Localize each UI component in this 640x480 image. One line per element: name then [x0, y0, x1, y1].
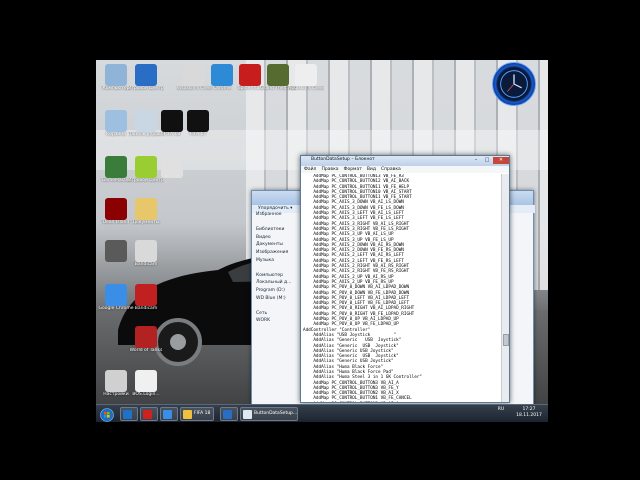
nav-item[interactable]: Компьютер: [256, 272, 304, 280]
desktop-icon-label: BOS.Login...: [132, 392, 160, 397]
desktop-icon[interactable]: World of Tanks: [128, 326, 164, 353]
app-icon: [105, 64, 127, 86]
taskbar-button[interactable]: [120, 407, 138, 421]
start-button[interactable]: [98, 407, 116, 422]
nav-item[interactable]: Библиотеки: [256, 226, 304, 234]
clock-gadget[interactable]: [492, 62, 536, 106]
desktop-icon[interactable]: BOS.Login...: [128, 370, 164, 397]
nav-item[interactable]: Музыка: [256, 257, 304, 265]
close-button[interactable]: ✕: [493, 157, 509, 164]
app-icon: [135, 240, 157, 262]
taskbar: FIFA 18 ButtonDataSetup... RU 17:27 18.11…: [96, 404, 548, 422]
nav-item[interactable]: WD Blue (M:): [256, 295, 304, 303]
desktop-icon-label: Bandicam: [134, 306, 158, 311]
menu-item[interactable]: Формат: [344, 167, 362, 172]
notepad-text-area[interactable]: AddMap PC_CONTROL_BUTTON13 VB_FE_R3 AddM…: [303, 174, 501, 402]
app-icon: [161, 156, 183, 178]
desktop-icon-label: Документы: [132, 220, 160, 225]
desktop-icon[interactable]: Документы: [128, 198, 164, 225]
app-icon: [105, 110, 127, 132]
app-icon: [239, 64, 261, 86]
app-icon: [135, 198, 157, 220]
nav-item[interactable]: WORK: [256, 317, 304, 325]
nav-item[interactable]: Локальный д...: [256, 279, 304, 287]
nav-item[interactable]: Видео: [256, 234, 304, 242]
app-icon: [295, 64, 317, 86]
app-icon: [183, 64, 205, 86]
taskbar-app-icon: [163, 410, 172, 419]
app-icon: [135, 64, 157, 86]
nav-item[interactable]: Избранное: [256, 211, 304, 219]
nav-item[interactable]: Сеть: [256, 310, 304, 318]
taskbar-app-icon: [223, 410, 232, 419]
taskbar-app-icon: [143, 410, 152, 419]
app-icon: [105, 284, 127, 306]
taskbar-app-icon: [183, 410, 192, 419]
desktop-screen: Компьютер Игровой Центр Assassin's Creed Ch…: [96, 60, 548, 422]
taskbar-app-icon: [243, 410, 252, 419]
windows-logo-icon: [100, 408, 114, 422]
app-icon: [135, 370, 157, 392]
taskbar-app-icon: [123, 410, 132, 419]
nav-item[interactable]: [256, 219, 304, 227]
taskbar-button-label: FIFA 18: [194, 411, 211, 416]
menu-item[interactable]: Правка: [321, 167, 338, 172]
taskbar-button[interactable]: [140, 407, 158, 421]
desktop-icon-label: Assassin's Creed III: [288, 86, 324, 91]
language-indicator[interactable]: RU: [496, 407, 506, 421]
desktop-icon-label: World of Tanks: [129, 348, 163, 353]
explorer-nav-pane: Избранное Библиотеки Видео Документы Изображ…: [256, 211, 304, 401]
desktop-icon[interactable]: Assassin's Creed III: [288, 64, 324, 91]
menu-item[interactable]: Вид: [367, 167, 376, 172]
desktop-icon[interactable]: Bandicam: [128, 284, 164, 311]
app-icon: [105, 156, 127, 178]
scrollbar-thumb[interactable]: [503, 334, 509, 346]
desktop-icon-label: Bandicam: [134, 262, 158, 267]
notepad-window[interactable]: ButtonDataSetup – Блокнот – □ ✕ Файл Прав…: [300, 155, 510, 403]
nav-item[interactable]: Program (D:): [256, 287, 304, 295]
maximize-button[interactable]: □: [482, 157, 492, 164]
app-icon: [135, 326, 157, 348]
taskbar-button[interactable]: FIFA 18: [180, 407, 214, 421]
app-icon: [187, 110, 209, 132]
app-icon: [105, 198, 127, 220]
desktop-icon[interactable]: FIFA 17: [180, 110, 216, 137]
desktop-icon[interactable]: Bandicam: [128, 240, 164, 267]
nav-item[interactable]: [256, 264, 304, 272]
desktop-icon-label: FIFA 17: [189, 132, 207, 137]
notepad-titlebar[interactable]: ButtonDataSetup – Блокнот – □ ✕: [301, 156, 509, 166]
menu-item[interactable]: Файл: [304, 167, 316, 172]
nav-item[interactable]: Изображения: [256, 249, 304, 257]
nav-item[interactable]: Документы: [256, 241, 304, 249]
taskbar-button[interactable]: [220, 407, 238, 421]
desktop-icon[interactable]: [154, 156, 190, 178]
app-icon: [105, 370, 127, 392]
desktop-icon[interactable]: Игровой Центр: [128, 64, 164, 91]
desktop-icon-label: Игровой Центр: [128, 86, 164, 91]
desktop-icon-label: Игровой Центр: [128, 178, 164, 183]
notepad-title: ButtonDataSetup – Блокнот: [311, 157, 375, 162]
clock-date: 18.11.2017: [516, 413, 542, 418]
notepad-menubar: Файл Правка Формат Вид Справка: [301, 166, 509, 173]
taskbar-button-label: ButtonDataSetup...: [254, 411, 298, 416]
menu-item[interactable]: Справка: [381, 167, 401, 172]
app-icon: [211, 64, 233, 86]
app-icon: [105, 240, 127, 262]
taskbar-button[interactable]: [160, 407, 178, 421]
clock-face-icon: [500, 70, 528, 98]
app-icon: [267, 64, 289, 86]
notepad-scrollbar[interactable]: [501, 174, 509, 402]
minimize-button[interactable]: –: [471, 157, 481, 164]
app-icon: [135, 284, 157, 306]
system-clock[interactable]: 17:27 18.11.2017: [514, 407, 544, 421]
taskbar-button[interactable]: ButtonDataSetup...: [240, 407, 298, 421]
nav-item[interactable]: [256, 302, 304, 310]
